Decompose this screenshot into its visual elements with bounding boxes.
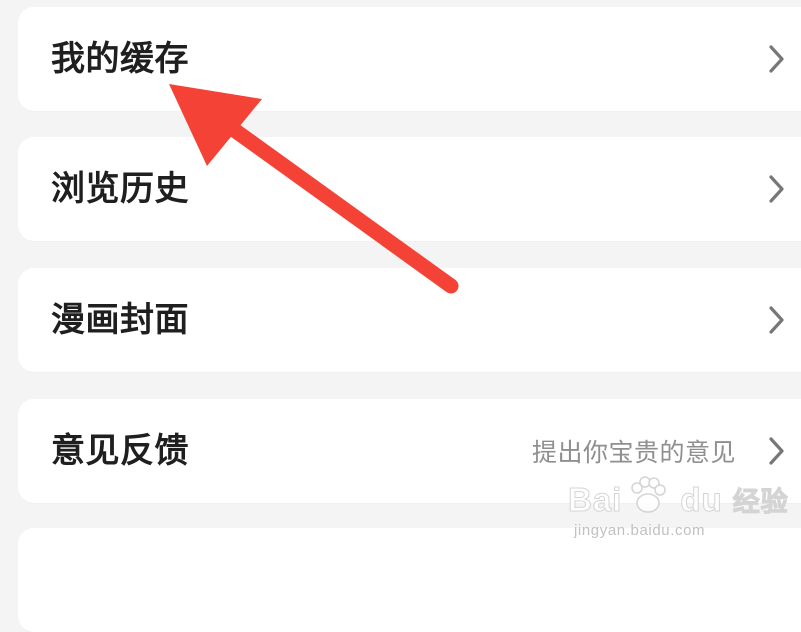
chevron-right-icon xyxy=(768,44,786,74)
menu-item-partial[interactable] xyxy=(18,528,801,632)
menu-item-label: 浏览历史 xyxy=(51,169,189,209)
menu-item-hint: 提出你宝贵的意见 xyxy=(531,438,736,467)
menu-item-browse-history[interactable]: 浏览历史 xyxy=(18,137,801,241)
chevron-right-icon xyxy=(768,305,786,335)
chevron-right-icon xyxy=(768,436,786,466)
chevron-right-icon xyxy=(768,174,786,204)
menu-item-label: 漫画封面 xyxy=(51,300,189,340)
menu-item-my-cache[interactable]: 我的缓存 xyxy=(18,7,801,111)
menu-item-label: 我的缓存 xyxy=(51,39,189,79)
menu-item-feedback[interactable]: 意见反馈 提出你宝贵的意见 xyxy=(18,399,801,503)
menu-item-comic-cover[interactable]: 漫画封面 xyxy=(18,268,801,372)
settings-menu: 我的缓存 浏览历史 漫画封面 意见反馈 提出你宝贵的意见 xyxy=(0,0,801,632)
menu-item-label: 意见反馈 xyxy=(51,431,189,471)
